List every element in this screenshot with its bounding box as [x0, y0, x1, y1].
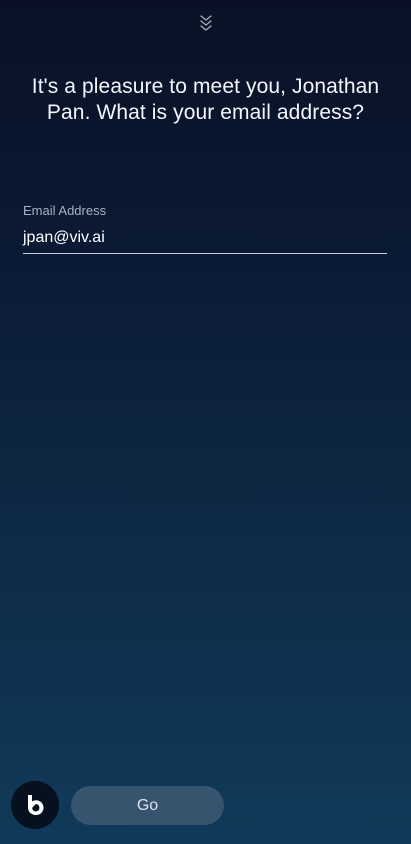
prompt-heading: It's a pleasure to meet you, Jonathan Pa… [31, 75, 380, 124]
email-field[interactable]: Email Address jpan@viv.ai [23, 203, 387, 254]
go-button[interactable]: Go [71, 786, 224, 825]
assistant-button[interactable] [11, 781, 59, 829]
email-input[interactable]: jpan@viv.ai [23, 228, 387, 254]
bixby-icon [28, 795, 44, 815]
collapse-chevron-icon[interactable] [198, 12, 214, 34]
email-field-label: Email Address [23, 203, 107, 218]
